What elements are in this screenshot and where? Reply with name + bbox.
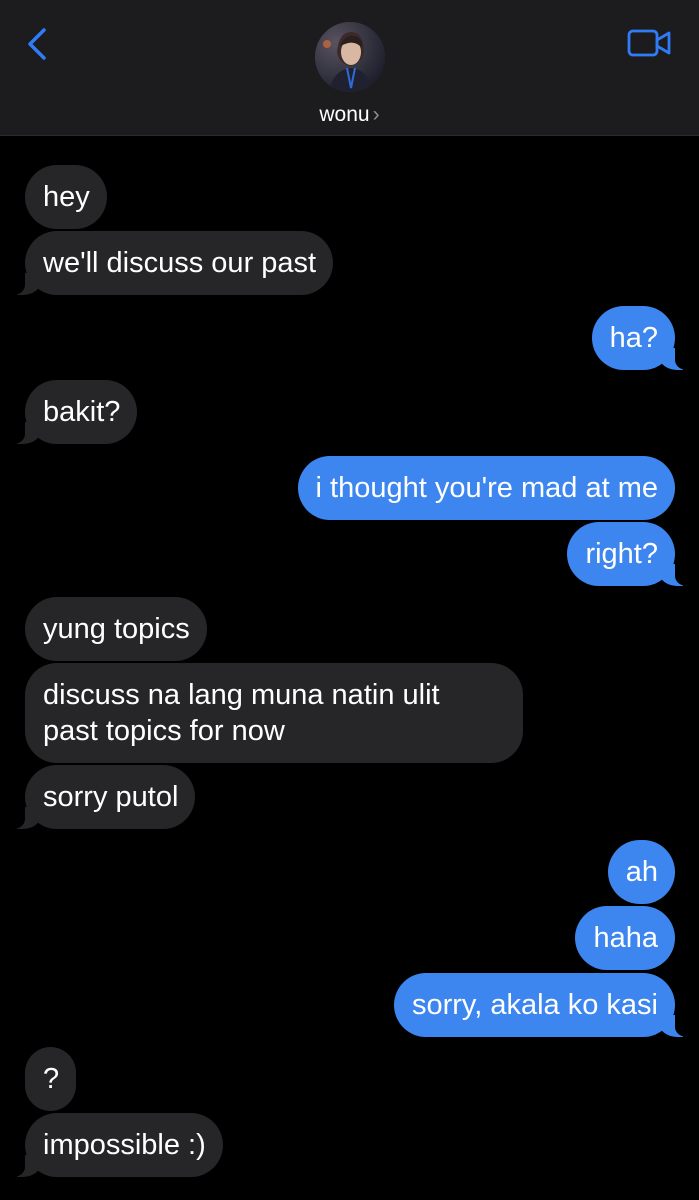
message-thread[interactable]: hey we'll discuss our past ha? bakit? i …	[0, 135, 699, 1200]
outgoing-message[interactable]: i thought you're mad at me	[297, 456, 675, 520]
outgoing-message[interactable]: ha?	[591, 306, 694, 370]
back-button[interactable]	[22, 26, 56, 62]
facetime-video-button[interactable]	[627, 26, 673, 60]
incoming-message[interactable]: yung topics	[25, 597, 207, 661]
incoming-message[interactable]: we'll discuss our past	[6, 231, 334, 295]
conversation-header: wonu ›	[0, 0, 699, 136]
outgoing-message[interactable]: sorry, akala ko kasi	[393, 973, 694, 1037]
incoming-message[interactable]: impossible :)	[7, 1113, 223, 1177]
contact-name: wonu	[319, 103, 370, 126]
outgoing-message[interactable]: ah	[607, 840, 675, 904]
incoming-message[interactable]: ?	[25, 1047, 77, 1111]
incoming-message[interactable]: discuss na lang muna natin ulit past topi…	[25, 663, 523, 763]
contact-avatar[interactable]	[315, 22, 385, 92]
incoming-message[interactable]: sorry putol	[6, 765, 196, 829]
avatar-photo	[315, 22, 385, 92]
video-camera-icon	[627, 29, 671, 57]
incoming-message[interactable]: bakit?	[6, 380, 138, 444]
incoming-message[interactable]: hey	[25, 165, 107, 229]
chevron-left-icon	[28, 28, 46, 60]
outgoing-message[interactable]: right?	[567, 522, 693, 586]
chevron-right-icon: ›	[372, 103, 380, 126]
contact-name-button[interactable]: wonu ›	[0, 103, 699, 127]
outgoing-message[interactable]: haha	[575, 906, 675, 970]
